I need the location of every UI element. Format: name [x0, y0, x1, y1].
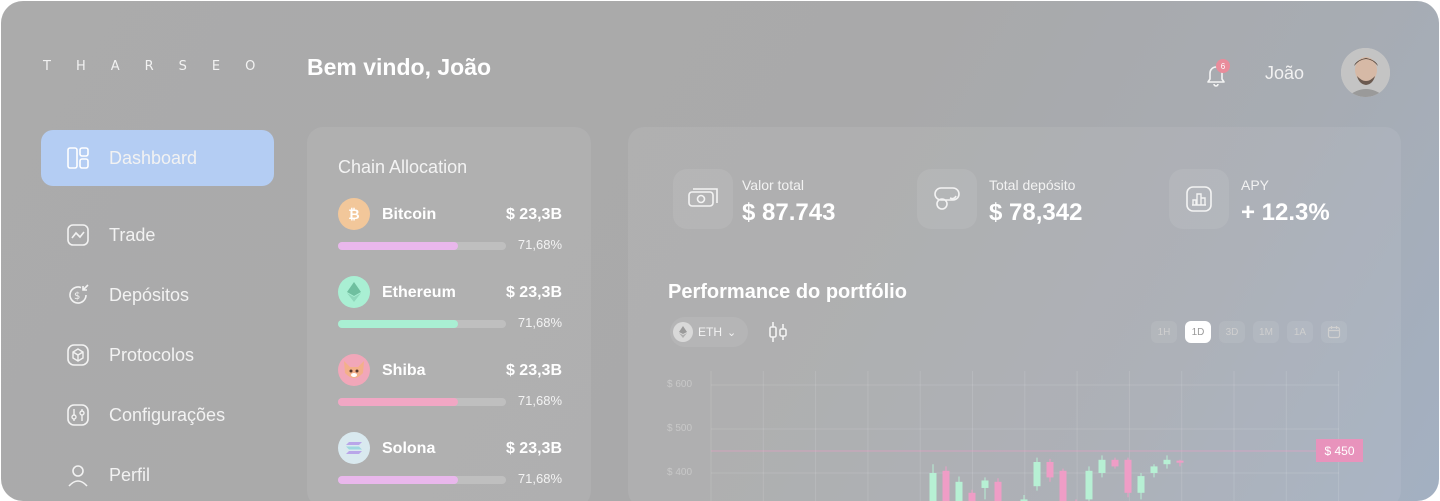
candle [1098, 455, 1106, 478]
candle [1046, 458, 1054, 482]
candle-body [1033, 462, 1041, 487]
candle [1124, 457, 1132, 498]
candle [968, 489, 976, 501]
candlestick-chart [710, 371, 1340, 501]
candle [1163, 455, 1171, 469]
candle [1059, 468, 1067, 501]
candle [1176, 459, 1184, 467]
candle-body [1163, 459, 1171, 465]
candle [929, 464, 937, 501]
candle-body [1046, 462, 1054, 478]
candle-body [1059, 470, 1067, 501]
candle-body [1111, 459, 1119, 467]
candle-body [942, 470, 950, 501]
candle [1150, 464, 1158, 478]
candle [1033, 457, 1041, 491]
candle-body [929, 473, 937, 501]
candle [942, 466, 950, 501]
candle-body [968, 492, 976, 501]
candle [1085, 466, 1093, 501]
candle-body [994, 481, 1002, 501]
candle [1137, 473, 1145, 500]
candle [1020, 495, 1028, 501]
candle-body [1176, 460, 1184, 463]
candle-body [1124, 459, 1132, 493]
candle-body [1150, 466, 1158, 473]
candle-body [981, 480, 989, 488]
candle-body [955, 481, 963, 501]
candle-body [1098, 459, 1106, 473]
candle [955, 476, 963, 501]
app-window: THARSEO Bem vindo, João 6 João Dashboard… [1, 1, 1439, 501]
candle [1111, 457, 1119, 469]
candle-body [1085, 470, 1093, 500]
current-price-tag: $ 450 [1316, 439, 1363, 462]
candle [981, 477, 989, 500]
candle-body [1137, 476, 1145, 493]
candle [994, 478, 1002, 501]
